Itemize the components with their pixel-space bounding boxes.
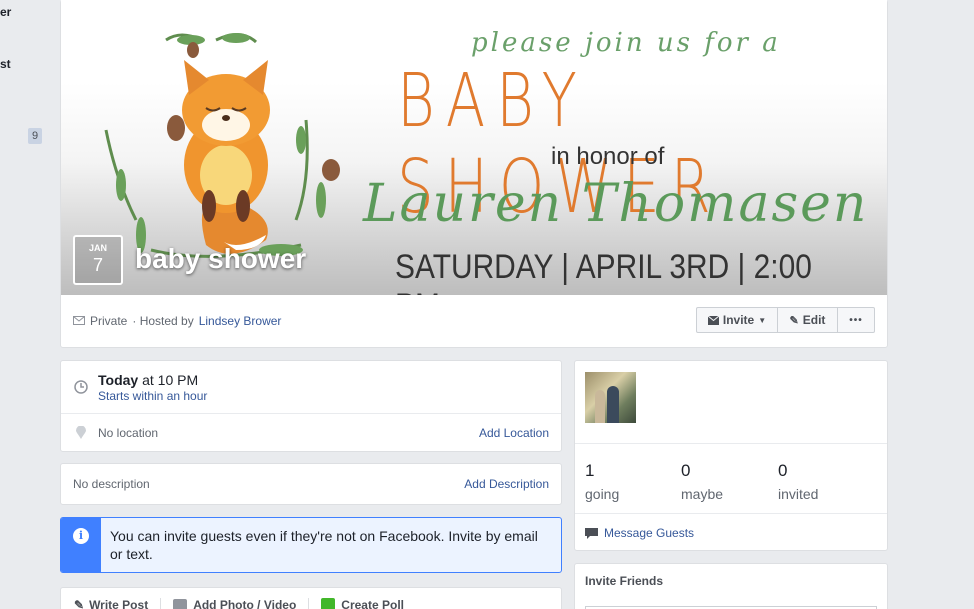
guest-figure <box>607 386 619 423</box>
cover-in-honor: in honor of <box>551 143 665 170</box>
event-time-day: Today <box>98 372 139 388</box>
event-date-tile: JAN 7 <box>73 235 123 285</box>
going-count[interactable]: 1 <box>585 461 594 481</box>
event-privacy-line: Private · Hosted by Lindsey Brower <box>73 314 281 328</box>
event-day: 7 <box>92 255 103 275</box>
privacy-label: Private <box>90 314 128 328</box>
maybe-label[interactable]: maybe <box>681 486 723 502</box>
envelope-icon <box>73 316 85 325</box>
add-location-link[interactable]: Add Location <box>479 426 549 440</box>
invite-tip-banner: i You can invite guests even if they're … <box>60 517 562 573</box>
divider <box>575 513 887 514</box>
location-text: No location <box>98 426 159 440</box>
info-icon: i <box>73 528 89 544</box>
maybe-count[interactable]: 0 <box>681 461 690 481</box>
sidebar-item-truncated-2[interactable]: st <box>0 57 11 71</box>
invite-label: Invite <box>722 313 755 327</box>
divider <box>160 598 162 609</box>
clock-icon <box>74 380 88 394</box>
edit-label: Edit <box>802 313 826 327</box>
host-link[interactable]: Lindsey Brower <box>199 314 282 328</box>
add-photo-video-tab[interactable]: Add Photo / Video <box>193 598 296 609</box>
message-guests-label: Message Guests <box>604 526 695 540</box>
cover-invite-line: please join us for a <box>471 28 781 58</box>
more-options-button[interactable]: ••• <box>838 307 875 333</box>
composer-tabs: ✎ Write Post Add Photo / Video Create Po… <box>74 598 404 609</box>
invite-friends-heading: Invite Friends <box>585 574 664 588</box>
edit-button[interactable]: ✎ Edit <box>778 307 838 333</box>
location-pin-icon <box>76 426 86 439</box>
description-text: No description <box>73 477 150 491</box>
cover-honoree-name: Lauren Thomasen <box>363 174 869 234</box>
tip-icon-strip <box>61 518 101 572</box>
divider <box>575 443 887 444</box>
invite-button[interactable]: Invite ▼ <box>696 307 778 333</box>
message-guests-button[interactable]: Message Guests <box>585 526 694 540</box>
camera-icon <box>173 599 188 609</box>
invited-label[interactable]: invited <box>778 486 818 502</box>
invite-friends-card: Invite Friends <box>574 563 888 609</box>
event-details-card: Today at 10 PM Starts within an hour No … <box>60 360 562 452</box>
pencil-icon: ✎ <box>74 598 85 609</box>
hosted-by-prefix: · Hosted by <box>132 314 194 328</box>
event-cover-photo[interactable]: please join us for a BABY SHOWER in hono… <box>61 0 887 295</box>
event-start-status[interactable]: Starts within an hour <box>98 389 207 403</box>
event-time-hour: at 10 PM <box>142 372 199 388</box>
invited-count[interactable]: 0 <box>778 461 787 481</box>
envelope-icon <box>707 315 719 325</box>
guest-figure <box>595 390 605 423</box>
message-icon <box>585 527 598 539</box>
guests-card: 1 going 0 maybe 0 invited Message Guests <box>574 360 888 551</box>
event-month: JAN <box>88 243 107 253</box>
poll-icon <box>321 598 336 609</box>
description-card: No description Add Description <box>60 463 562 505</box>
sidebar-count-badge: 9 <box>28 128 42 144</box>
event-time: Today at 10 PM <box>98 372 198 388</box>
divider <box>61 413 561 414</box>
add-description-link[interactable]: Add Description <box>464 477 549 491</box>
event-title: baby shower <box>135 243 307 274</box>
create-poll-tab[interactable]: Create Poll <box>341 598 404 609</box>
sidebar-item-truncated-1[interactable]: er <box>0 5 11 19</box>
write-post-tab[interactable]: Write Post <box>89 598 148 609</box>
event-action-group: Invite ▼ ✎ Edit ••• <box>696 307 875 333</box>
tip-text: You can invite guests even if they're no… <box>110 528 538 562</box>
going-label[interactable]: going <box>585 486 619 502</box>
divider <box>308 598 310 609</box>
pencil-icon: ✎ <box>789 314 799 327</box>
cover-date-line: SATURDAY | APRIL 3RD | 2:00 PM <box>395 248 812 295</box>
composer-card: ✎ Write Post Add Photo / Video Create Po… <box>60 587 562 609</box>
chevron-down-icon: ▼ <box>758 315 767 325</box>
guest-avatar[interactable] <box>585 372 636 423</box>
